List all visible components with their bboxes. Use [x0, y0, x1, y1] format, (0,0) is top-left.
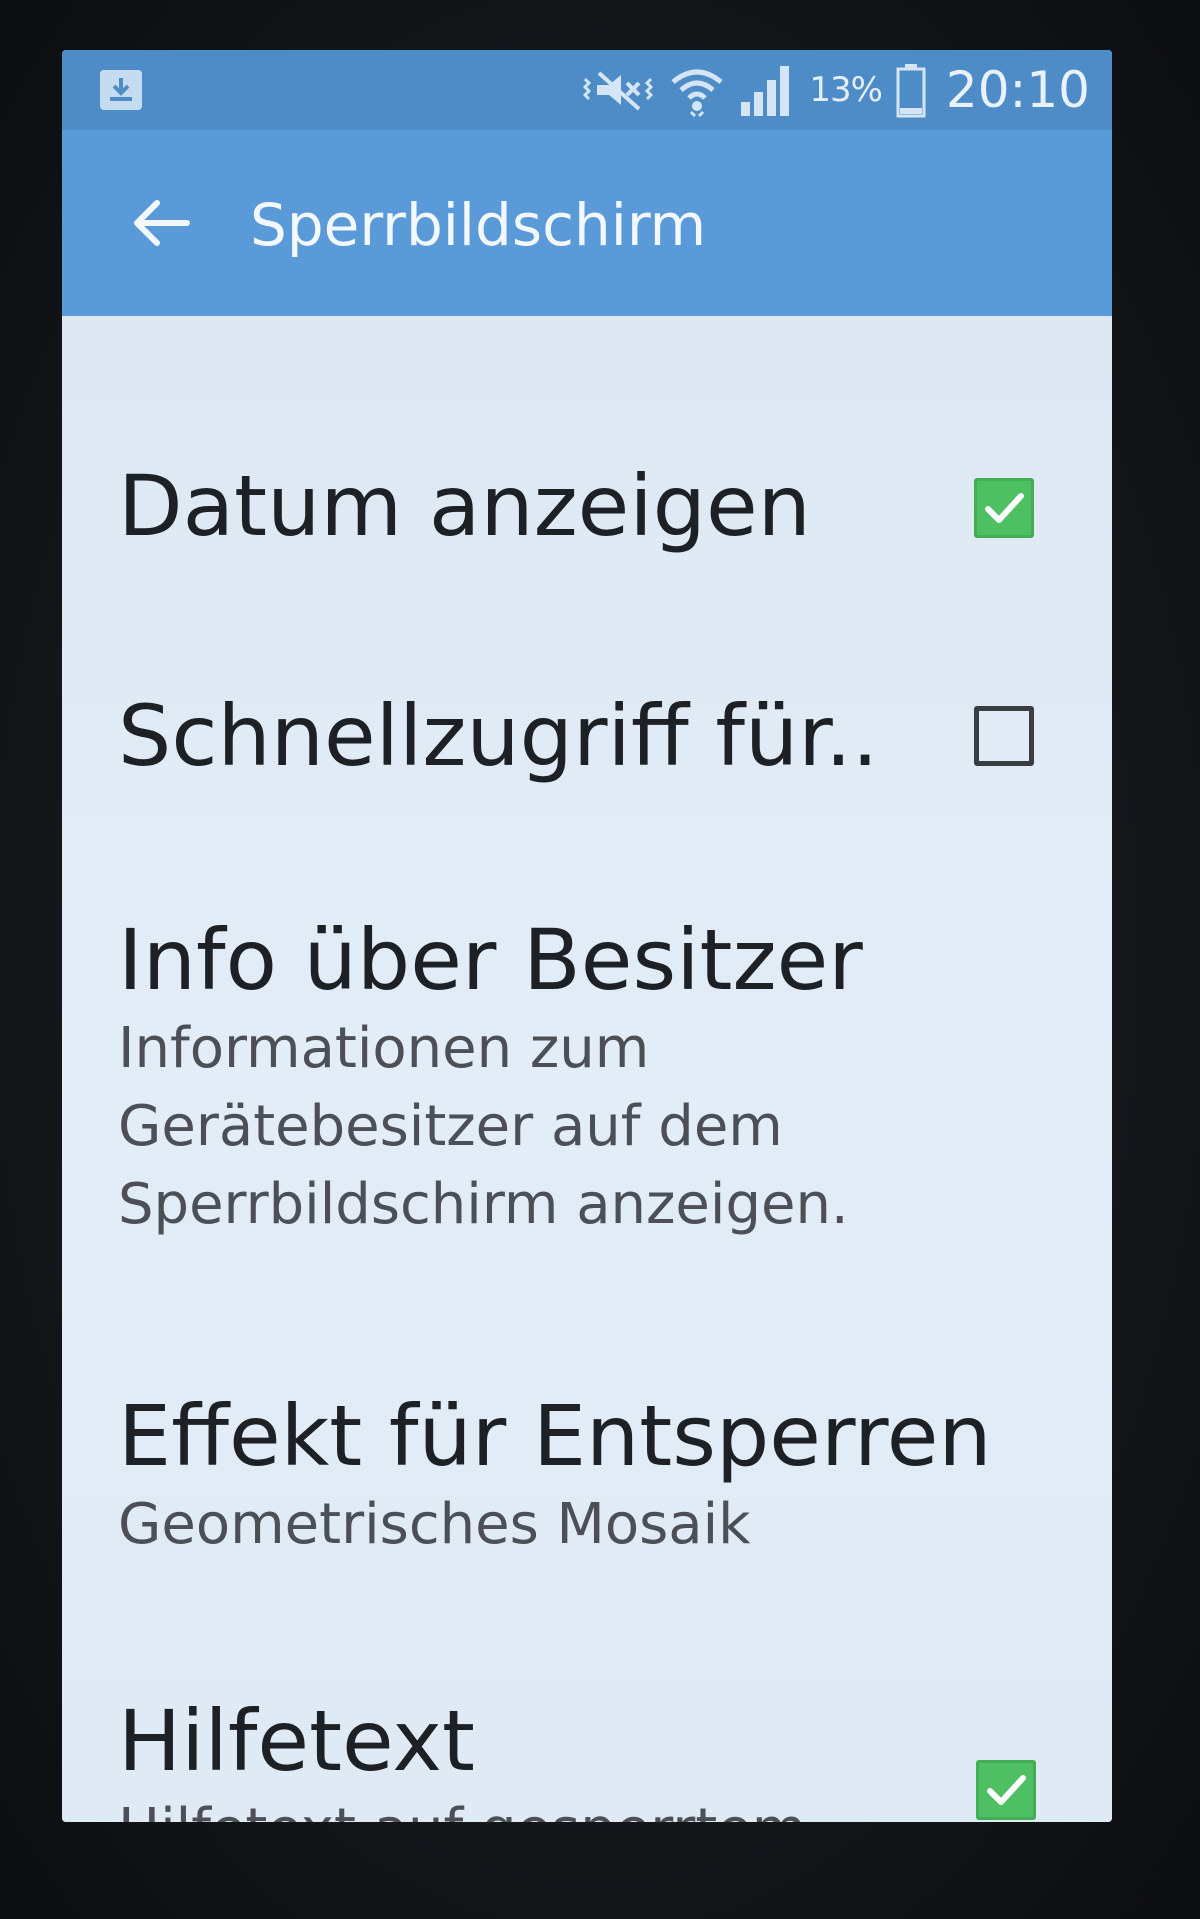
setting-title: Info über Besitzer — [118, 911, 863, 1009]
clock: 20:10 — [945, 61, 1090, 119]
setting-description-line: Gerätebesitzer auf dem — [118, 1094, 783, 1159]
checkmark-icon — [979, 1763, 1033, 1817]
checkmark-icon — [977, 481, 1031, 535]
setting-quick-access[interactable]: Schnellzugriff für.. — [118, 686, 1078, 786]
battery-percent: 13% — [809, 70, 883, 110]
app-bar: Sperrbildschirm — [62, 130, 1112, 316]
quick-access-checkbox[interactable] — [974, 706, 1034, 766]
setting-title: Effekt für Entsperren — [118, 1387, 992, 1485]
arrow-back-icon — [131, 198, 191, 252]
setting-date-display[interactable]: Datum anzeigen — [118, 456, 1078, 556]
download-icon — [100, 70, 142, 110]
setting-value: Geometrisches Mosaik — [118, 1492, 751, 1557]
signal-icon — [739, 62, 795, 118]
settings-list: Datum anzeigen Schnellzugriff für.. Info… — [62, 316, 1112, 1822]
battery-icon — [896, 62, 926, 118]
status-icons: 13% 20:10 — [581, 60, 1090, 120]
setting-help-text[interactable]: Hilfetext Hilfetext auf gesperrtem — [118, 1691, 1078, 1822]
setting-owner-info[interactable]: Info über Besitzer Informationen zum Ger… — [118, 910, 1078, 1244]
status-bar: 13% 20:10 — [62, 50, 1112, 130]
setting-description: Hilfetext auf gesperrtem — [118, 1791, 1078, 1822]
setting-description-line: Sperrbildschirm anzeigen. — [118, 1172, 849, 1237]
setting-title: Hilfetext — [118, 1692, 475, 1790]
setting-description-line: Informationen zum — [118, 1016, 650, 1081]
back-button[interactable] — [124, 188, 198, 262]
setting-unlock-effect[interactable]: Effekt für Entsperren Geometrisches Mosa… — [118, 1386, 1078, 1564]
vibrate-icon — [581, 65, 655, 115]
page-title: Sperrbildschirm — [250, 191, 707, 259]
setting-title: Datum anzeigen — [118, 457, 811, 555]
wifi-icon — [669, 62, 725, 118]
screen: 13% 20:10 Sperrbildschirm Datum anzeigen… — [62, 50, 1112, 1822]
setting-title: Schnellzugriff für.. — [118, 687, 879, 785]
help-text-checkbox[interactable] — [976, 1760, 1036, 1820]
date-display-checkbox[interactable] — [974, 478, 1034, 538]
